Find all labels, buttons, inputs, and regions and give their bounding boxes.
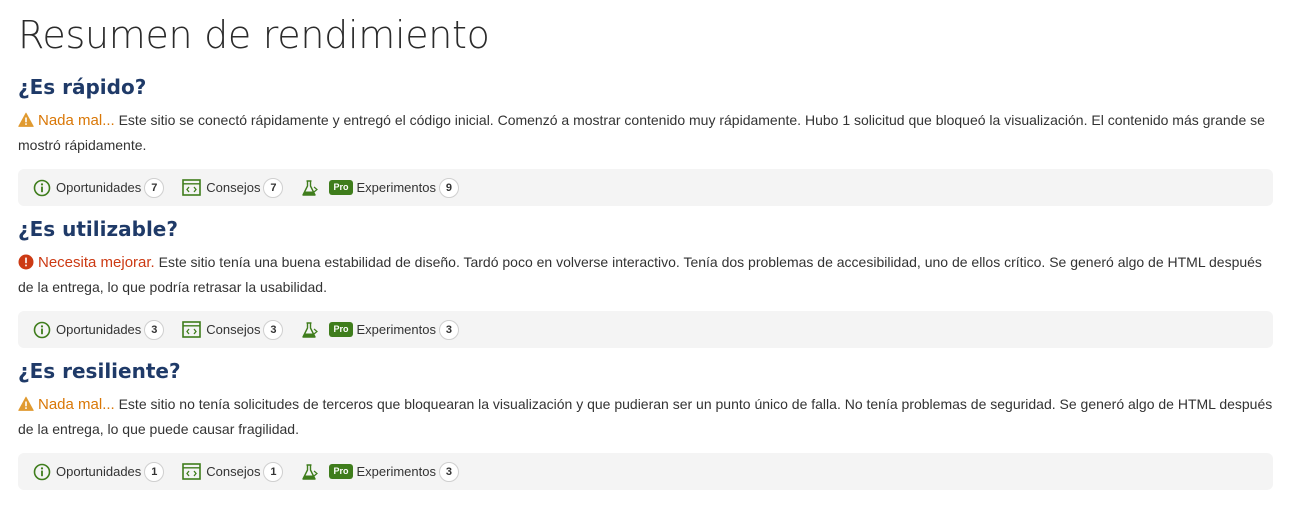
summary-text: Este sitio tenía una buena estabilidad d…: [18, 254, 1262, 295]
summary-text: Este sitio no tenía solicitudes de terce…: [18, 396, 1273, 437]
tips-chip[interactable]: Consejos 3: [182, 319, 284, 340]
section-summary: Nada mal... Este sitio no tenía solicitu…: [18, 392, 1278, 441]
section-summary: Nada mal... Este sitio se conectó rápida…: [18, 108, 1278, 157]
opportunities-label: Oportunidades: [56, 322, 142, 337]
section-question: ¿Es rápido?: [18, 75, 147, 99]
section-fast: ¿Es rápido? Nada mal... Este sitio se co…: [18, 74, 1286, 206]
pro-badge: Pro: [329, 322, 353, 337]
opportunities-count: 1: [144, 461, 165, 482]
findings-bar: Oportunidades 1 Consejos 1 Pro Experimen…: [18, 453, 1273, 490]
tips-chip[interactable]: Consejos 1: [182, 461, 284, 482]
tips-label: Consejos: [206, 322, 261, 337]
verdict-label: Necesita mejorar.: [38, 254, 155, 271]
tips-count: 3: [263, 319, 284, 340]
experiments-label: Experimentos: [356, 180, 436, 195]
experiments-flask-button[interactable]: [301, 178, 319, 198]
code-window-icon: [182, 179, 202, 196]
experiments-chip[interactable]: Pro Experimentos 9: [329, 177, 459, 198]
experiments-label: Experimentos: [356, 322, 436, 337]
findings-bar: Oportunidades 3 Consejos 3 Pro Experimen…: [18, 311, 1273, 348]
opportunities-count: 7: [144, 177, 165, 198]
warning-triangle-icon: [18, 396, 34, 411]
section-summary: Necesita mejorar. Este sitio tenía una b…: [18, 250, 1278, 299]
warning-triangle-icon: [18, 112, 34, 127]
opportunities-chip[interactable]: Oportunidades 3: [33, 319, 165, 340]
opportunities-label: Oportunidades: [56, 180, 142, 195]
opportunities-chip[interactable]: Oportunidades 7: [33, 177, 165, 198]
tips-count: 7: [263, 177, 284, 198]
opportunities-label: Oportunidades: [56, 464, 142, 479]
experiments-flask-button[interactable]: [301, 320, 319, 340]
info-circle-icon: [33, 463, 51, 480]
experiments-flask-button[interactable]: [301, 462, 319, 482]
flask-icon: [302, 463, 319, 480]
experiments-chip[interactable]: Pro Experimentos 3: [329, 461, 459, 482]
performance-summary: Resumen de rendimiento ¿Es rápido? Nada …: [0, 0, 1304, 490]
experiments-count: 3: [438, 319, 459, 340]
experiments-count: 3: [438, 461, 459, 482]
alert-circle-icon: [18, 254, 34, 270]
tips-chip[interactable]: Consejos 7: [182, 177, 284, 198]
code-window-icon: [182, 321, 202, 338]
flask-icon: [302, 179, 319, 196]
flask-icon: [302, 321, 319, 338]
verdict-label: Nada mal...: [38, 396, 115, 413]
code-window-icon: [182, 463, 202, 480]
section-question: ¿Es resiliente?: [18, 359, 181, 383]
experiments-count: 9: [438, 177, 459, 198]
experiments-chip[interactable]: Pro Experimentos 3: [329, 319, 459, 340]
summary-text: Este sitio se conectó rápidamente y entr…: [18, 112, 1265, 153]
pro-badge: Pro: [329, 464, 353, 479]
verdict-label: Nada mal...: [38, 112, 115, 129]
tips-count: 1: [263, 461, 284, 482]
tips-label: Consejos: [206, 180, 261, 195]
experiments-label: Experimentos: [356, 464, 436, 479]
info-circle-icon: [33, 321, 51, 338]
section-question: ¿Es utilizable?: [18, 217, 178, 241]
tips-label: Consejos: [206, 464, 261, 479]
page-title: Resumen de rendimiento: [18, 13, 490, 57]
section-usable: ¿Es utilizable? Necesita mejorar. Este s…: [18, 216, 1286, 348]
info-circle-icon: [33, 179, 51, 196]
opportunities-chip[interactable]: Oportunidades 1: [33, 461, 165, 482]
findings-bar: Oportunidades 7 Consejos 7 Pro Experimen…: [18, 169, 1273, 206]
pro-badge: Pro: [329, 180, 353, 195]
opportunities-count: 3: [144, 319, 165, 340]
section-resilient: ¿Es resiliente? Nada mal... Este sitio n…: [18, 358, 1286, 490]
